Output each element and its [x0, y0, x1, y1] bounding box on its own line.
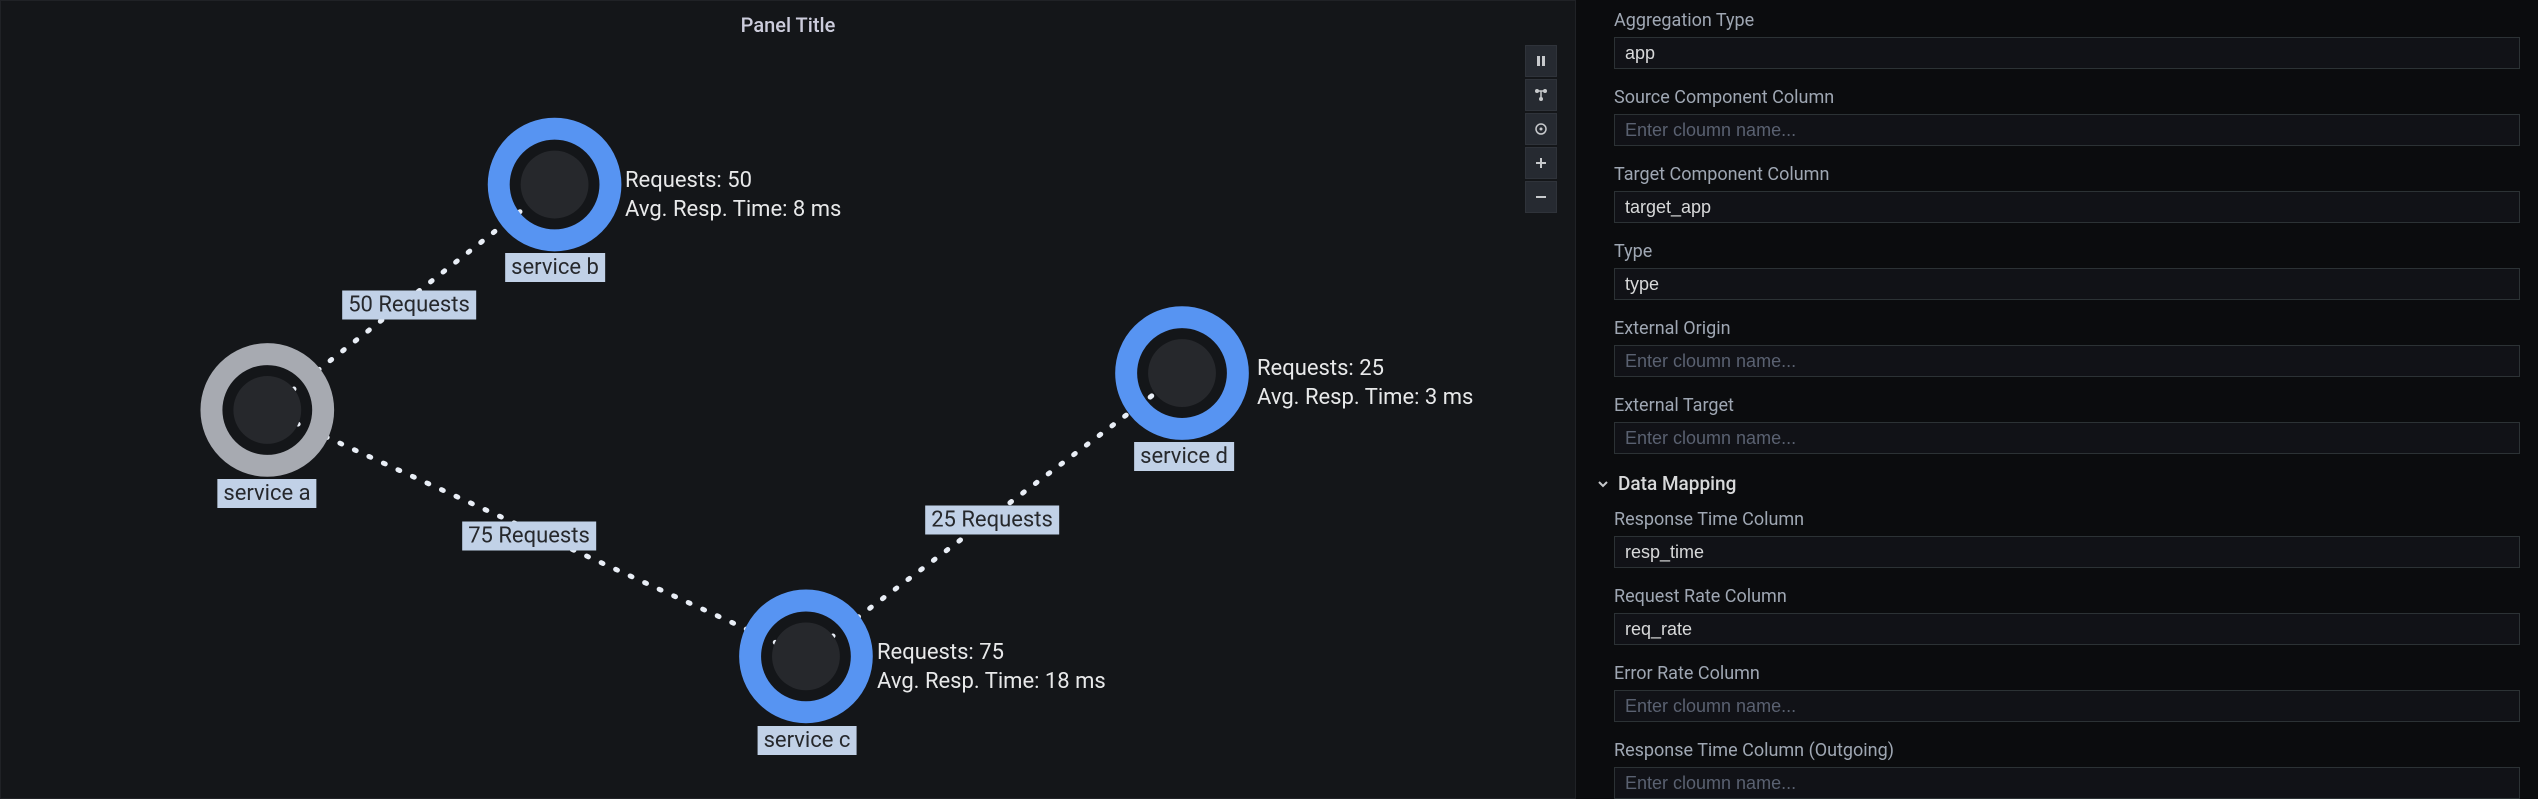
input-response-time[interactable]	[1614, 536, 2520, 568]
visualization-panel: Panel Title	[0, 0, 1576, 799]
minus-icon	[1534, 190, 1548, 204]
pause-icon	[1534, 54, 1548, 68]
edge-label-a-b: 50 Requests	[342, 291, 476, 320]
node-service-d[interactable]	[1126, 317, 1238, 429]
input-target-component[interactable]	[1614, 191, 2520, 223]
node-label-d: service d	[1134, 442, 1234, 471]
pause-button[interactable]	[1525, 45, 1557, 77]
field-external-target: External Target	[1614, 395, 2520, 454]
field-request-rate: Request Rate Column	[1614, 586, 2520, 645]
input-aggregation-type[interactable]	[1614, 37, 2520, 69]
edge-label-a-c: 75 Requests	[462, 522, 596, 551]
target-icon	[1534, 122, 1548, 136]
label-external-origin: External Origin	[1614, 318, 2520, 339]
label-external-target: External Target	[1614, 395, 2520, 416]
plus-icon	[1534, 156, 1548, 170]
input-external-target[interactable]	[1614, 422, 2520, 454]
node-service-a[interactable]	[211, 354, 323, 466]
node-label-a: service a	[217, 479, 316, 508]
avg-resp-text: Avg. Resp. Time: 18 ms	[877, 668, 1106, 697]
node-label-b: service b	[505, 253, 605, 282]
section-header-data-mapping[interactable]: Data Mapping	[1596, 472, 2520, 495]
field-external-origin: External Origin	[1614, 318, 2520, 377]
node-service-b[interactable]	[499, 129, 611, 241]
field-response-time: Response Time Column	[1614, 509, 2520, 568]
input-external-origin[interactable]	[1614, 345, 2520, 377]
label-response-time-out: Response Time Column (Outgoing)	[1614, 740, 2520, 761]
fit-button[interactable]	[1525, 113, 1557, 145]
requests-text: Requests: 25	[1257, 355, 1473, 384]
field-response-time-out: Response Time Column (Outgoing)	[1614, 740, 2520, 799]
input-request-rate[interactable]	[1614, 613, 2520, 645]
graph-toolbar	[1525, 45, 1557, 215]
node-tooltip-d: Requests: 25 Avg. Resp. Time: 3 ms	[1257, 355, 1473, 412]
stats-icon	[1534, 88, 1548, 102]
stats-button[interactable]	[1525, 79, 1557, 111]
label-type: Type	[1614, 241, 2520, 262]
label-source-component: Source Component Column	[1614, 87, 2520, 108]
input-response-time-out[interactable]	[1614, 767, 2520, 799]
node-tooltip-b: Requests: 50 Avg. Resp. Time: 8 ms	[625, 167, 841, 224]
field-source-component: Source Component Column	[1614, 87, 2520, 146]
input-source-component[interactable]	[1614, 114, 2520, 146]
field-error-rate: Error Rate Column	[1614, 663, 2520, 722]
node-service-c[interactable]	[750, 600, 862, 712]
zoom-in-button[interactable]	[1525, 147, 1557, 179]
requests-text: Requests: 50	[625, 167, 841, 196]
zoom-out-button[interactable]	[1525, 181, 1557, 213]
label-request-rate: Request Rate Column	[1614, 586, 2520, 607]
label-aggregation-type: Aggregation Type	[1614, 10, 2520, 31]
field-aggregation-type: Aggregation Type	[1614, 10, 2520, 69]
label-target-component: Target Component Column	[1614, 164, 2520, 185]
label-error-rate: Error Rate Column	[1614, 663, 2520, 684]
graph-canvas[interactable]: service a service b service c service d …	[1, 1, 1575, 798]
chevron-down-icon	[1596, 477, 1610, 491]
label-response-time: Response Time Column	[1614, 509, 2520, 530]
requests-text: Requests: 75	[877, 639, 1106, 668]
options-panel: Aggregation Type Source Component Column…	[1596, 0, 2538, 799]
field-target-component: Target Component Column	[1614, 164, 2520, 223]
node-tooltip-c: Requests: 75 Avg. Resp. Time: 18 ms	[877, 639, 1106, 696]
avg-resp-text: Avg. Resp. Time: 3 ms	[1257, 384, 1473, 413]
avg-resp-text: Avg. Resp. Time: 8 ms	[625, 196, 841, 225]
node-label-c: service c	[758, 726, 857, 755]
input-type[interactable]	[1614, 268, 2520, 300]
input-error-rate[interactable]	[1614, 690, 2520, 722]
edge-label-c-d: 25 Requests	[925, 506, 1059, 535]
section-title-data-mapping: Data Mapping	[1618, 472, 1736, 495]
field-type: Type	[1614, 241, 2520, 300]
